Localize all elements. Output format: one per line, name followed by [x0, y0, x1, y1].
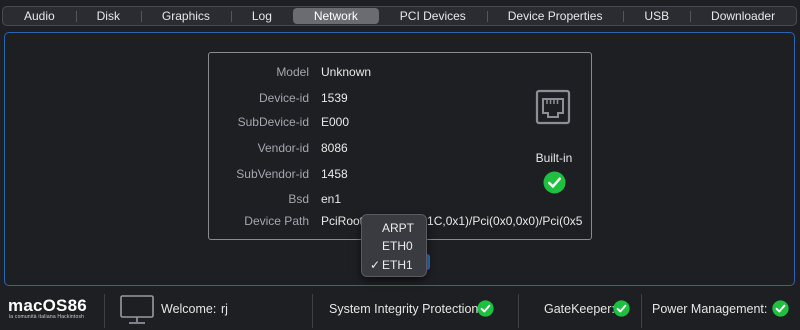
welcome-label: Welcome: [161, 302, 217, 316]
gatekeeper-check-icon [613, 300, 630, 317]
field-label: Model [276, 65, 309, 79]
builtin-label: Built-in [535, 151, 573, 165]
menu-item-arpt[interactable]: ARPT [362, 219, 426, 237]
field-value: E000 [321, 115, 350, 129]
menu-item-label: ETH0 [382, 239, 413, 253]
interface-popup-menu: ARPT ETH0 ✓ ETH1 [361, 214, 427, 277]
footer-divider [641, 294, 642, 328]
field-value: 1539 [321, 91, 348, 105]
sip-label: System Integrity Protection: [329, 302, 482, 316]
field-label: Device Path [244, 214, 309, 228]
field-label: SubDevice-id [237, 115, 309, 129]
field-label: Vendor-id [257, 141, 309, 155]
status-footer: macOS86 la comunità italiana Hackintosh … [0, 290, 800, 330]
tab-device-properties[interactable]: Device Properties [486, 7, 624, 25]
checkmark-icon: ✓ [370, 258, 381, 272]
field-value: 8086 [321, 141, 348, 155]
tab-downloader[interactable]: Downloader [690, 7, 796, 25]
tab-usb[interactable]: USB [623, 7, 690, 25]
gatekeeper-label: GateKeeper: [544, 302, 615, 316]
field-label: SubVendor-id [236, 167, 309, 181]
tab-audio[interactable]: Audio [3, 7, 76, 25]
menu-item-label: ARPT [382, 221, 415, 235]
field-device-id: Device-id 1539 [209, 90, 469, 106]
tab-bar: Audio Disk Graphics Log Network PCI Devi… [2, 6, 797, 26]
field-label: Bsd [288, 192, 309, 206]
footer-divider [518, 294, 519, 328]
power-management-label: Power Management: [652, 302, 768, 316]
field-value: Unknown [321, 65, 372, 79]
field-value: 1458 [321, 167, 348, 181]
tab-log[interactable]: Log [230, 7, 293, 25]
menu-item-eth0[interactable]: ETH0 [362, 237, 426, 255]
builtin-check-icon [543, 171, 566, 194]
tab-pci-devices[interactable]: PCI Devices [379, 7, 487, 25]
welcome-user: rj [221, 302, 228, 316]
logo-title: macOS86 [8, 296, 87, 315]
menu-item-label: ETH1 [382, 258, 413, 272]
menu-item-eth1[interactable]: ✓ ETH1 [362, 256, 426, 274]
logo-subtitle: la comunità italiana Hackintosh [9, 314, 85, 320]
tab-disk[interactable]: Disk [75, 7, 141, 25]
field-label: Device-id [258, 91, 309, 105]
power-management-check-icon [772, 300, 789, 317]
footer-divider [104, 294, 105, 328]
field-value: en1 [321, 192, 342, 206]
field-model: Model Unknown [209, 64, 469, 80]
tab-graphics[interactable]: Graphics [140, 7, 231, 25]
tab-network[interactable]: Network [292, 8, 379, 24]
ethernet-port-icon [535, 89, 571, 125]
field-subvendor-id: SubVendor-id 1458 [209, 166, 469, 182]
sip-check-icon [477, 300, 494, 317]
field-bsd: Bsd en1 [209, 191, 469, 207]
footer-divider [312, 294, 313, 328]
network-info-box: Model Unknown Device-id 1539 SubDevice-i… [208, 52, 592, 240]
field-subdevice-id: SubDevice-id E000 [209, 114, 469, 130]
monitor-icon [120, 295, 154, 324]
field-vendor-id: Vendor-id 8086 [209, 140, 469, 156]
